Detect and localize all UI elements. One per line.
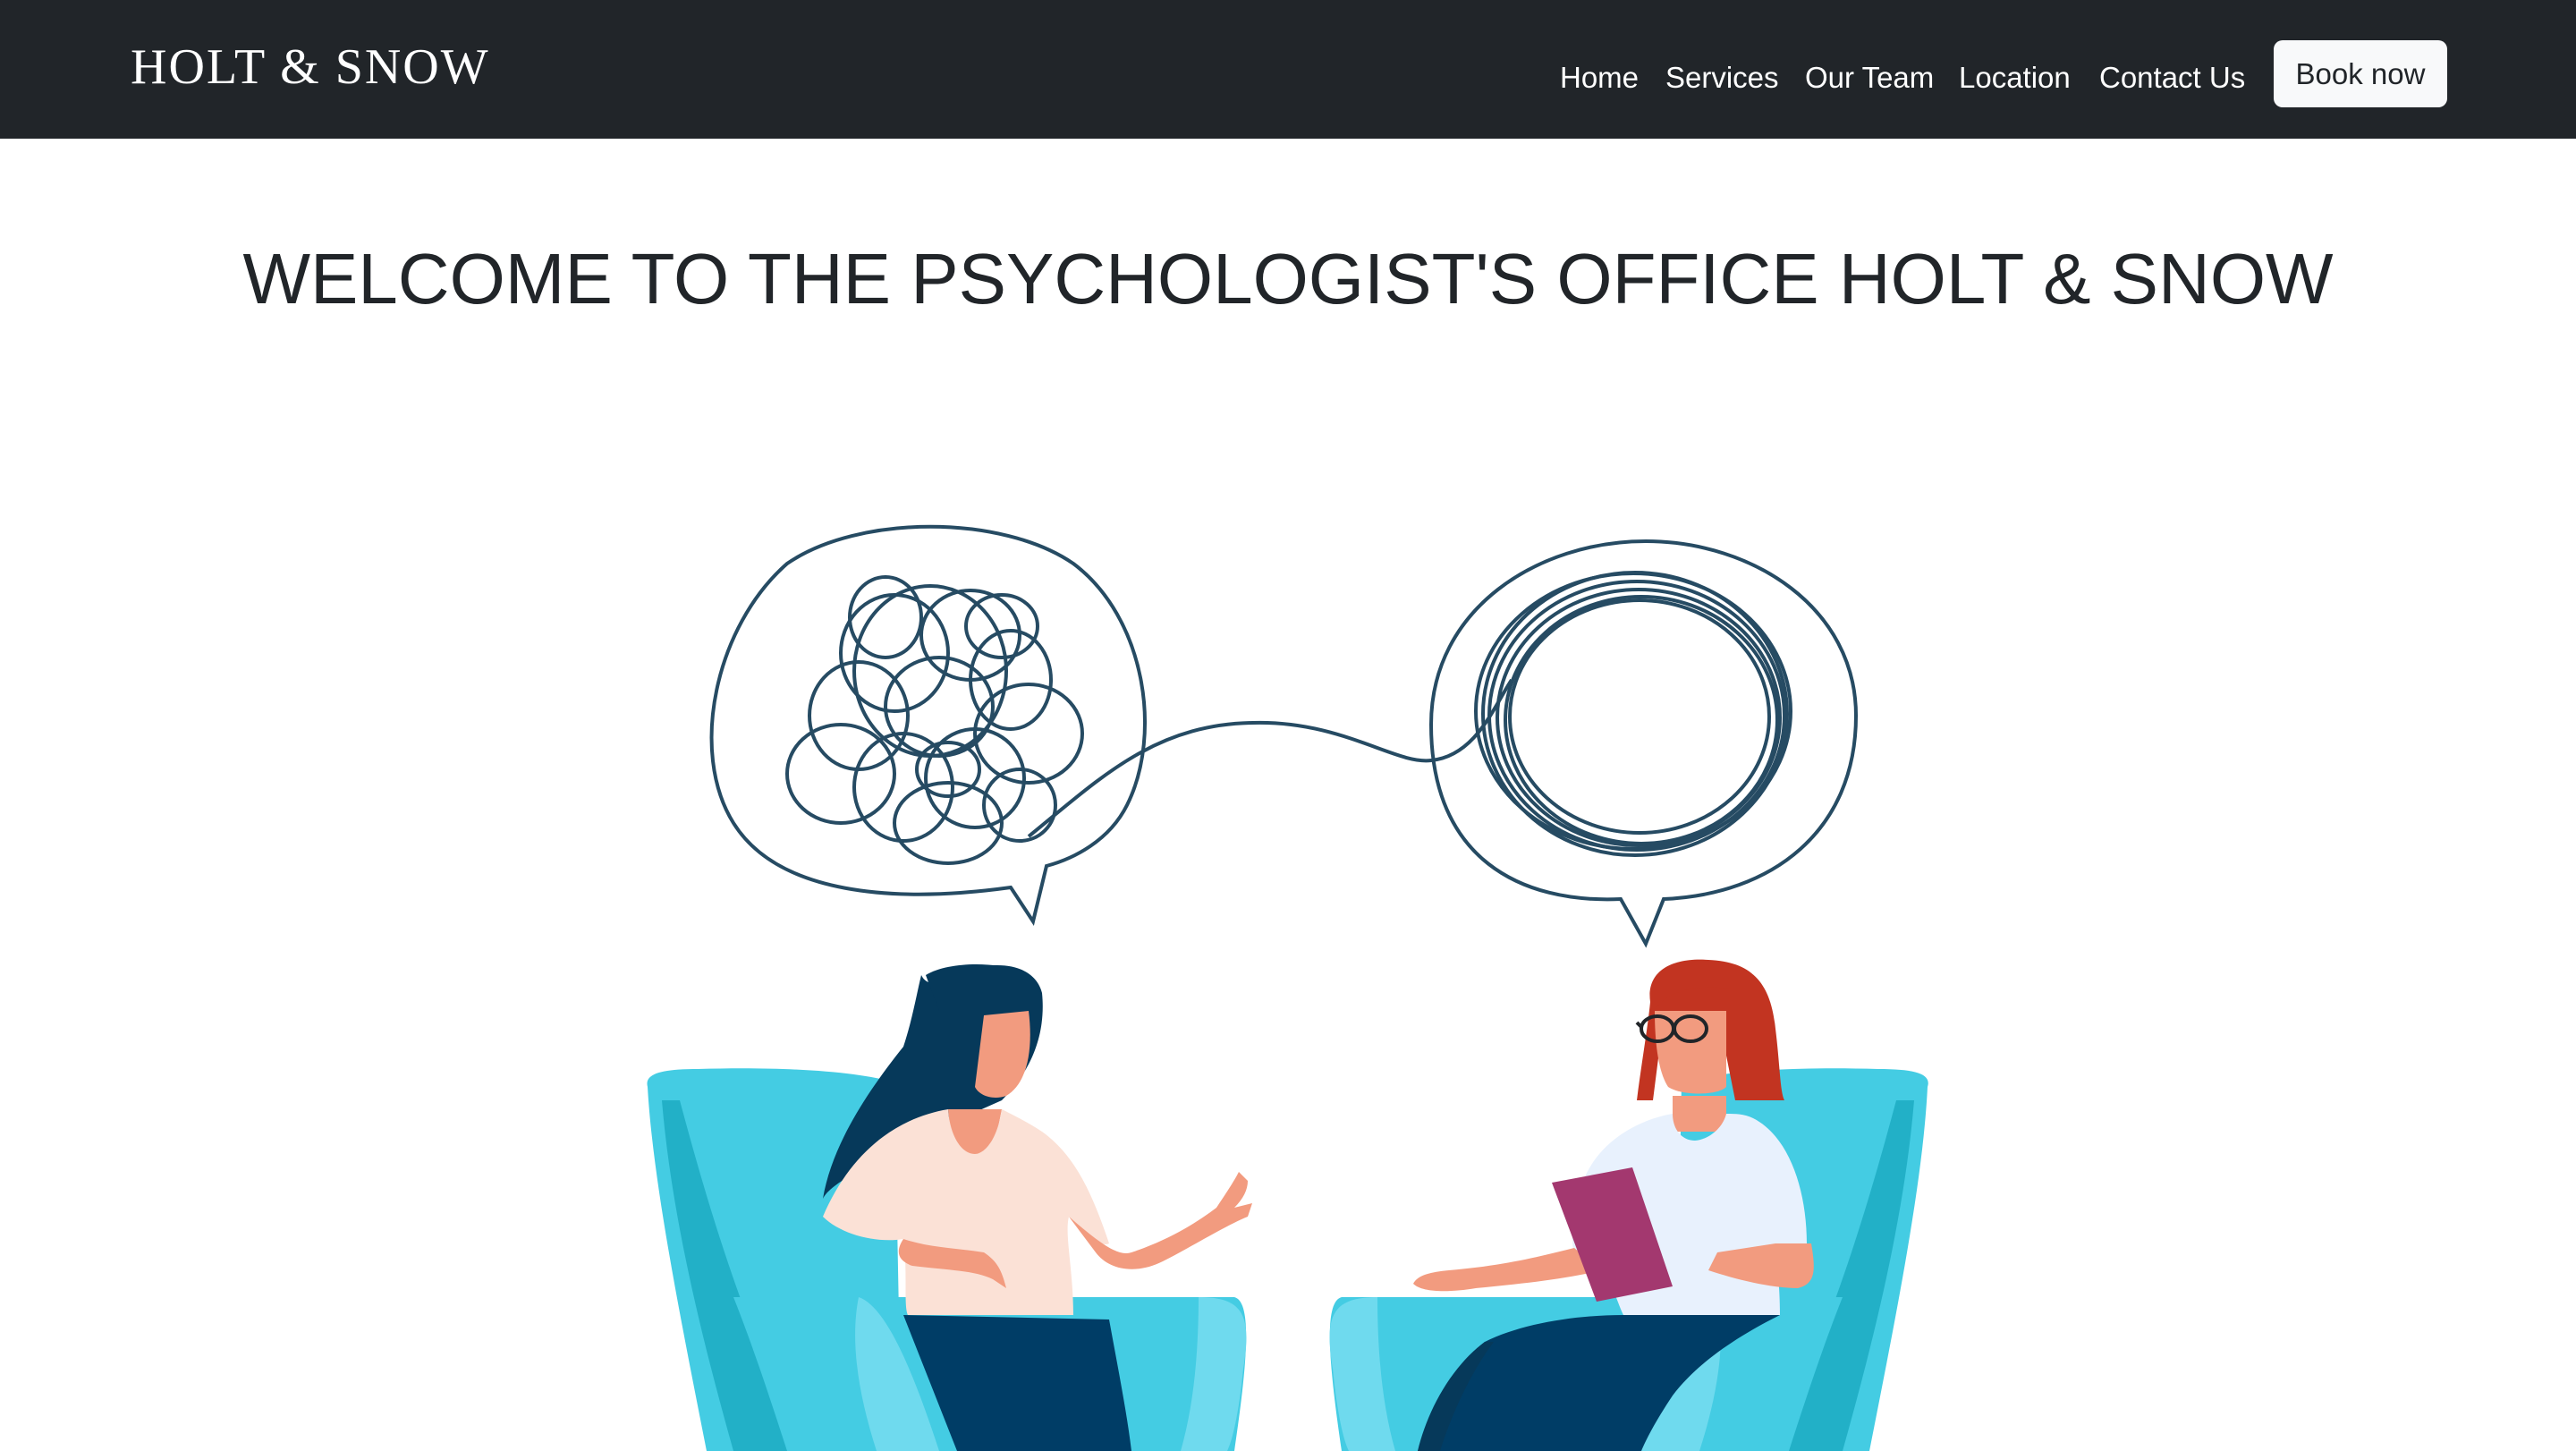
therapy-session-illustration bbox=[647, 524, 1928, 1451]
tangled-thoughts-scribble bbox=[785, 575, 1084, 865]
connecting-line bbox=[1027, 678, 1513, 838]
untangled-thoughts-circle bbox=[1474, 571, 1792, 857]
